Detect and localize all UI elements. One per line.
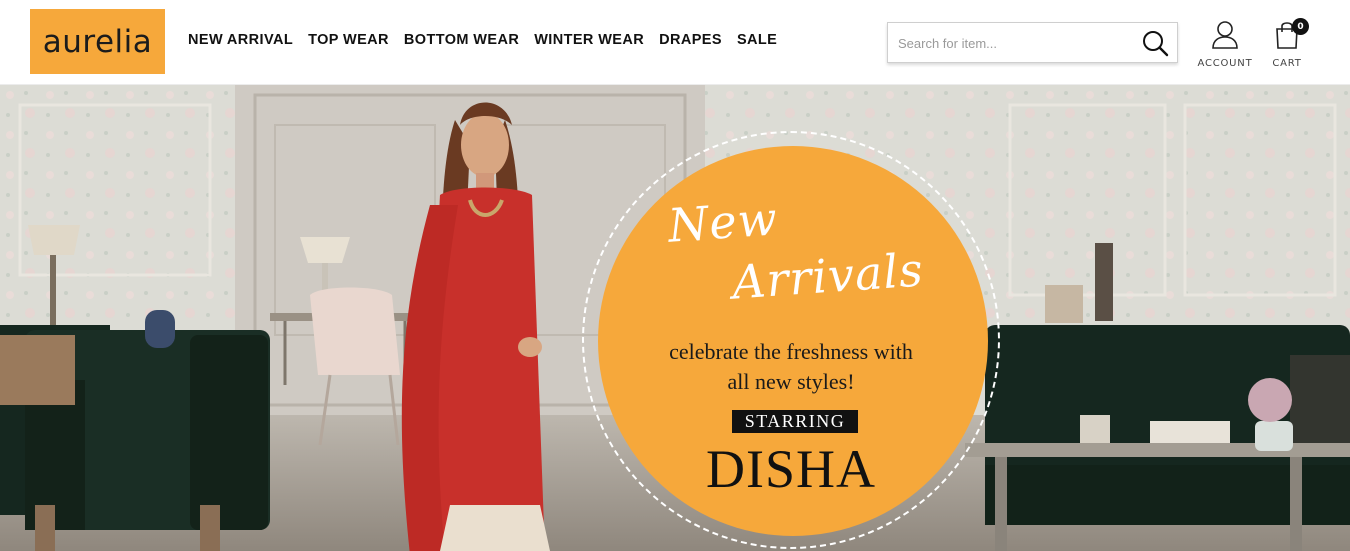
search-icon: [1143, 31, 1169, 57]
cart-count-badge: 0: [1292, 18, 1309, 35]
main-nav: NEW ARRIVAL TOP WEAR BOTTOM WEAR WINTER …: [188, 32, 777, 48]
nav-item-bottom-wear[interactable]: BOTTOM WEAR: [404, 32, 519, 48]
nav-item-sale[interactable]: SALE: [737, 32, 777, 48]
search-box: [887, 22, 1178, 63]
starring-label: STARRING: [732, 410, 858, 433]
user-icon: [1212, 21, 1238, 49]
hero-banner[interactable]: New Arrivals celebrate the freshness wit…: [0, 85, 1350, 551]
search-input[interactable]: [898, 33, 1133, 53]
cart-link[interactable]: 0 CART: [1268, 18, 1309, 69]
logo-text: aurelia: [42, 23, 153, 60]
brand-logo[interactable]: aurelia: [30, 9, 165, 74]
new-arrivals-promo-badge[interactable]: New Arrivals celebrate the freshness wit…: [582, 131, 1000, 549]
account-link[interactable]: ACCOUNT: [1196, 20, 1254, 69]
search-button[interactable]: [1141, 29, 1169, 57]
site-header: aurelia NEW ARRIVAL TOP WEAR BOTTOM WEAR…: [0, 0, 1350, 85]
nav-item-new-arrival[interactable]: NEW ARRIVAL: [188, 32, 293, 48]
nav-item-drapes[interactable]: DRAPES: [659, 32, 722, 48]
nav-item-winter-wear[interactable]: WINTER WEAR: [534, 32, 644, 48]
promo-tagline-line1: celebrate the freshness with: [669, 339, 913, 364]
star-name: DISHA: [705, 439, 876, 499]
nav-item-top-wear[interactable]: TOP WEAR: [308, 32, 389, 48]
promo-tagline-line2: all new styles!: [727, 369, 855, 394]
cart-label: CART: [1272, 58, 1302, 69]
promo-headline-line1: New: [666, 191, 780, 253]
account-label: ACCOUNT: [1197, 58, 1253, 69]
promo-tagline: celebrate the freshness with all new sty…: [582, 337, 1000, 397]
